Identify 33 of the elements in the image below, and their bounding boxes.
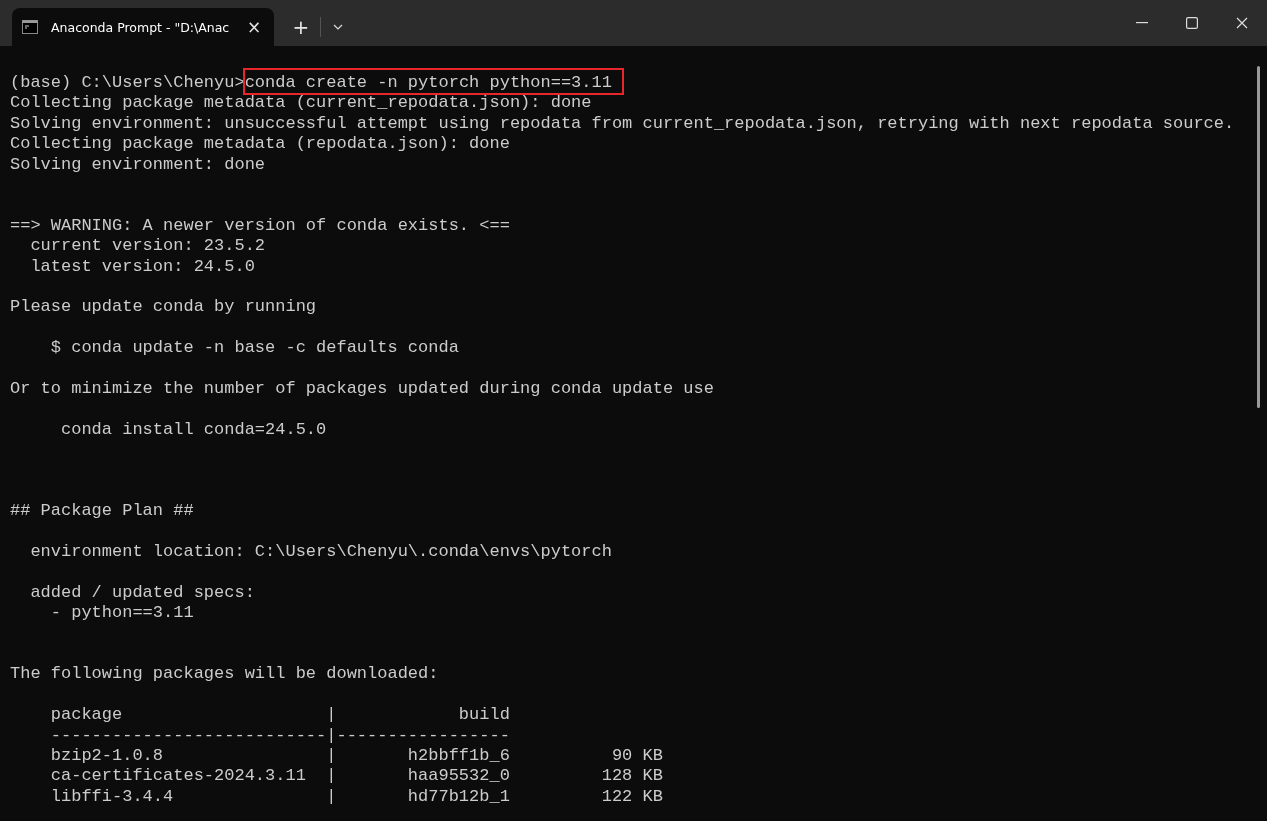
output-line: Please update conda by running — [10, 297, 317, 317]
output-line: - python==3.11 — [49, 603, 194, 623]
command-prompt: (base) C:\Users\Chenyu> — [10, 73, 245, 92]
output-line: environment location: C:\Users\Chenyu\.conda\envs\pytorch — [29, 542, 612, 561]
output-line: Collecting package metadata (repodata.json): done — [10, 134, 510, 154]
output-line: bzip2-1.0.8 | h2bbff1b_6 90 KB — [49, 745, 663, 765]
output-line: Solving environment: unsuccessful attempt using repodata from current_repodata.json, retrying with next repodata source. — [10, 113, 1235, 133]
output-line: ---------------------------|----------------- — [49, 725, 510, 745]
maximize-icon — [1186, 17, 1198, 29]
output-line: latest version: 24.5.0 — [29, 256, 255, 276]
output-line: added / updated specs: — [29, 582, 255, 602]
output-line: Or to minimize the number of packages updated during conda update use — [10, 378, 714, 398]
output-line: current version: 23.5.2 — [29, 236, 266, 256]
new-tab-button[interactable]: + — [288, 8, 314, 46]
terminal-tab[interactable]: Anaconda Prompt - "D:\Anac × — [12, 8, 274, 46]
caret-icon — [333, 24, 343, 30]
output-line: package | build — [49, 705, 510, 725]
minimize-icon — [1136, 22, 1148, 24]
tab-close-button[interactable]: × — [244, 17, 264, 37]
output-line: ## Package Plan ## — [10, 501, 194, 521]
terminal-icon — [22, 20, 38, 34]
command-text: conda create -n pytorch python==3.11 — [244, 70, 622, 93]
output-line: Solving environment: done — [10, 154, 266, 174]
tab-title: Anaconda Prompt - "D:\Anac — [51, 19, 231, 35]
output-line: ==> WARNING: A newer version of conda exists. <== — [10, 215, 510, 235]
output-line: conda install conda=24.5.0 — [60, 419, 327, 439]
output-line: The following packages will be downloaded: — [10, 664, 439, 684]
scrollbar-thumb[interactable] — [1257, 66, 1260, 408]
output-line: $ conda update -n base -c defaults conda — [49, 338, 459, 358]
output-line: Collecting package metadata (current_repodata.json): done — [10, 93, 592, 113]
close-icon — [1236, 17, 1248, 29]
output-line: libffi-3.4.4 | hd77b12b_1 122 KB — [49, 786, 663, 806]
output-line: ca-certificates-2024.3.11 | haa95532_0 128 KB — [49, 766, 663, 786]
